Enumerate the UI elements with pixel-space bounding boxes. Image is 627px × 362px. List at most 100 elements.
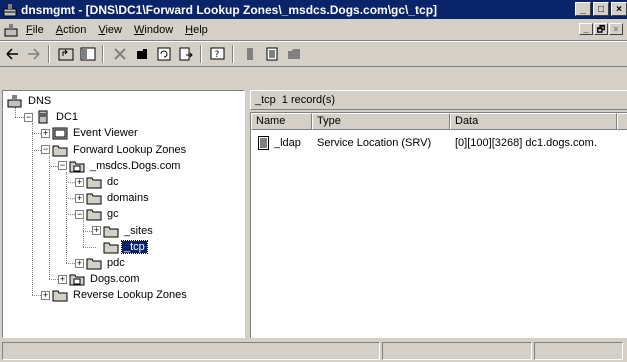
- tree-item[interactable]: _tcp: [92, 239, 148, 255]
- folder-icon: [103, 240, 119, 254]
- tree-item-label[interactable]: Event Viewer: [71, 127, 140, 139]
- tree-connector: [49, 155, 50, 280]
- folder-icon: [86, 256, 102, 270]
- expand-icon[interactable]: +: [75, 258, 84, 268]
- folder-icon: [86, 175, 102, 189]
- tree-item[interactable]: − _msdcs.Dogs.com: [58, 158, 182, 174]
- panes: DNS − DC1 + Event Viewer − Forward Lookup Zone…: [0, 90, 627, 338]
- tree-item-label[interactable]: pdc: [105, 257, 127, 269]
- record-list[interactable]: Name Type Data _ldap Service Location (S…: [250, 112, 627, 338]
- tree-item-label[interactable]: Forward Lookup Zones: [71, 144, 188, 156]
- menu-help[interactable]: Help: [185, 24, 216, 36]
- toolbar-separator: [48, 45, 50, 63]
- menu-action-accel: A: [55, 24, 64, 36]
- menu-action[interactable]: Action: [56, 24, 95, 36]
- menu-window-accel: W: [134, 24, 145, 36]
- server-icon[interactable]: [240, 44, 260, 64]
- tree-item[interactable]: − DC1: [24, 109, 80, 125]
- tree-item[interactable]: − Forward Lookup Zones: [41, 142, 188, 158]
- dns-app-icon[interactable]: [3, 3, 17, 17]
- collapse-icon[interactable]: −: [58, 161, 67, 171]
- tree-item-label[interactable]: DNS: [26, 95, 53, 107]
- minimize-button[interactable]: _: [575, 2, 591, 16]
- export-list-icon[interactable]: [176, 44, 196, 64]
- dns-icon: [7, 94, 23, 108]
- folder-icon: [103, 224, 119, 238]
- menu-file[interactable]: File: [26, 24, 52, 36]
- toolbar-separator: [232, 45, 234, 63]
- menu-window[interactable]: Window: [134, 24, 181, 36]
- tree-item[interactable]: + Reverse Lookup Zones: [41, 287, 189, 303]
- tree-item[interactable]: DNS: [7, 93, 53, 109]
- menu-bar: File Action View Window Help _ 🗗 ×: [0, 20, 627, 41]
- menu-view[interactable]: View: [98, 24, 130, 36]
- menu-help-accel: H: [185, 24, 194, 36]
- help-icon[interactable]: ?: [208, 44, 228, 64]
- collapse-icon[interactable]: −: [75, 209, 84, 219]
- child-restore-button[interactable]: 🗗: [594, 23, 608, 35]
- forward-icon[interactable]: [24, 44, 44, 64]
- tree-item-label[interactable]: Reverse Lookup Zones: [71, 289, 189, 301]
- properties-icon[interactable]: [132, 44, 152, 64]
- tree-item-label[interactable]: gc: [105, 208, 121, 220]
- back-icon[interactable]: [2, 44, 22, 64]
- expand-icon[interactable]: +: [41, 128, 50, 138]
- tree-item[interactable]: − gc: [75, 206, 121, 222]
- tree-item[interactable]: + dc: [75, 174, 121, 190]
- maximize-button[interactable]: □: [593, 2, 609, 16]
- tree-item[interactable]: + Event Viewer: [41, 125, 140, 141]
- title-bar[interactable]: dnsmgmt - [DNS\DC1\Forward Lookup Zones\…: [0, 0, 627, 19]
- toolbar-separator: [200, 45, 202, 63]
- expand-icon[interactable]: +: [58, 274, 67, 284]
- collapse-icon[interactable]: −: [41, 145, 50, 155]
- tree-item-label[interactable]: DC1: [54, 111, 80, 123]
- tree-item[interactable]: + _sites: [92, 223, 155, 239]
- tree-item[interactable]: + pdc: [75, 255, 127, 271]
- menu-help-label: elp: [193, 24, 208, 36]
- expand-icon[interactable]: +: [75, 193, 84, 203]
- tree-item-label[interactable]: dc: [105, 176, 121, 188]
- expand-icon[interactable]: +: [92, 226, 101, 236]
- delete-icon[interactable]: [110, 44, 130, 64]
- tree-item-label[interactable]: _msdcs.Dogs.com: [88, 160, 182, 172]
- tree-item[interactable]: + Dogs.com: [58, 271, 142, 287]
- folder-icon: [52, 143, 68, 157]
- collapse-icon[interactable]: −: [24, 112, 33, 122]
- zone-icon: [69, 272, 85, 286]
- event-viewer-icon: [52, 126, 68, 140]
- close-button[interactable]: ×: [611, 2, 627, 16]
- column-header-spare[interactable]: [617, 113, 627, 130]
- zone-icon: [69, 159, 85, 173]
- record-type: Service Location (SRV): [317, 137, 432, 149]
- text-record-icon[interactable]: [262, 44, 282, 64]
- child-minimize-button[interactable]: _: [579, 23, 593, 35]
- folder-icon[interactable]: [284, 44, 304, 64]
- child-close-button[interactable]: ×: [609, 23, 623, 35]
- menu-view-label: iew: [105, 24, 122, 36]
- menu-file-label: ile: [32, 24, 44, 36]
- expand-icon[interactable]: +: [41, 290, 50, 300]
- tree-item-label[interactable]: _tcp: [121, 239, 148, 254]
- tree-item-label[interactable]: _sites: [122, 225, 155, 237]
- up-one-level-icon[interactable]: [56, 44, 76, 64]
- console-tree[interactable]: DNS − DC1 + Event Viewer − Forward Lookup Zone…: [2, 90, 245, 338]
- column-header-data[interactable]: Data: [450, 113, 617, 130]
- svg-text:?: ?: [215, 50, 220, 60]
- refresh-icon[interactable]: [154, 44, 174, 64]
- details-header: _tcp 1 record(s): [250, 90, 627, 110]
- tree-connector: [66, 171, 67, 263]
- tree-item-label[interactable]: Dogs.com: [88, 273, 142, 285]
- record-name: _ldap: [274, 137, 301, 149]
- expand-icon[interactable]: +: [75, 177, 84, 187]
- show-hide-console-tree-icon[interactable]: [78, 44, 98, 64]
- details-header-title: _tcp: [255, 94, 276, 106]
- column-header-name[interactable]: Name: [251, 113, 312, 130]
- dns-document-icon[interactable]: [4, 23, 18, 37]
- folder-icon: [86, 191, 102, 205]
- column-header-type[interactable]: Type: [312, 113, 450, 130]
- folder-icon: [86, 207, 102, 221]
- status-panel-2: [382, 342, 532, 360]
- tree-item-label[interactable]: domains: [105, 192, 151, 204]
- tree-item[interactable]: + domains: [75, 190, 151, 206]
- table-row[interactable]: _ldap: [257, 135, 301, 151]
